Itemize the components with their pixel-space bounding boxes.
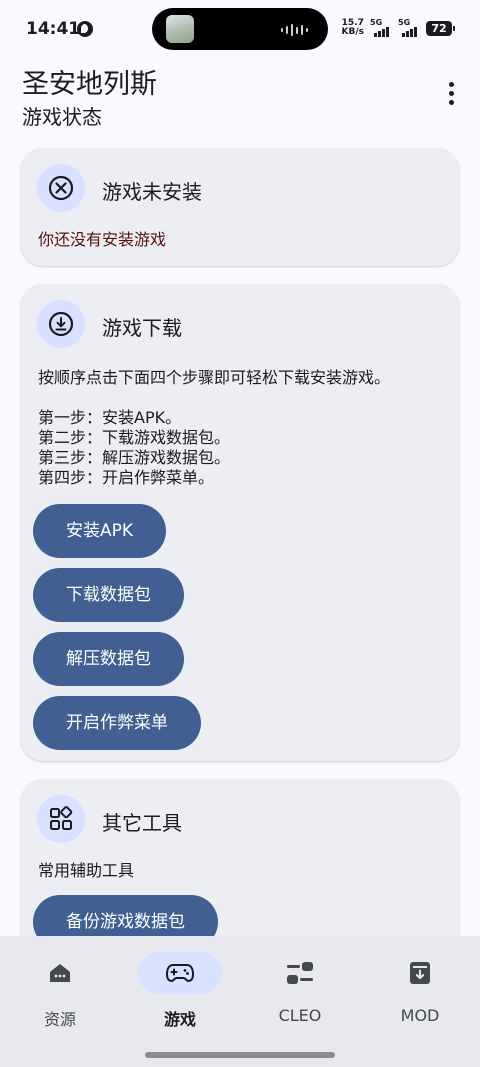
other-tools-card: 其它工具 常用辅助工具 备份游戏数据包 xyxy=(21,779,459,936)
page-subtitle: 游戏状态 xyxy=(22,105,102,129)
not-installed-message: 你还没有安装游戏 xyxy=(38,230,167,249)
media-thumbnail xyxy=(166,15,194,43)
dynamic-island[interactable] xyxy=(152,8,328,50)
enable-cheat-menu-button[interactable]: 开启作弊菜单 xyxy=(33,696,201,750)
nav-label: CLEO xyxy=(278,1006,322,1025)
widgets-icon xyxy=(37,795,85,843)
list-item: 第四步：开启作弊菜单。 xyxy=(38,468,215,487)
nav-item-resources[interactable]: 资源 xyxy=(0,936,120,1036)
card-title: 其它工具 xyxy=(102,811,182,835)
tools-description: 常用辅助工具 xyxy=(38,861,135,880)
game-not-installed-card: 游戏未安装 你还没有安装游戏 xyxy=(21,148,459,266)
nav-label: 游戏 xyxy=(163,1010,196,1029)
list-item: 第三步：解压游戏数据包。 xyxy=(38,448,231,467)
card-title: 游戏未安装 xyxy=(102,180,202,204)
battery-icon: 72 xyxy=(426,20,455,36)
nav-item-cleo[interactable]: CLEO xyxy=(240,936,360,1036)
backup-data-button[interactable]: 备份游戏数据包 xyxy=(33,895,218,936)
nav-item-game[interactable]: 游戏 xyxy=(120,936,240,1036)
install-apk-button[interactable]: 安装APK xyxy=(33,504,167,558)
network-speed: 15.7 KB/s xyxy=(341,18,364,37)
download-circle-icon xyxy=(37,300,85,348)
audio-wave-icon xyxy=(281,24,308,36)
vpn-globe-icon xyxy=(77,21,93,37)
home-indicator[interactable] xyxy=(145,1052,335,1058)
more-vert-icon[interactable] xyxy=(436,78,466,108)
download-data-button[interactable]: 下载数据包 xyxy=(33,568,184,622)
status-time: 14:41 xyxy=(26,19,81,39)
main-content[interactable]: 游戏未安装 你还没有安装游戏 游戏下载 按顺序点击下面四个步骤即可轻松下载安装游… xyxy=(0,138,480,936)
status-indicators: 15.7 KB/s 5G 5G 72 xyxy=(341,18,455,38)
card-title: 游戏下载 xyxy=(102,316,182,340)
page-title: 圣安地列斯 xyxy=(22,69,157,100)
download-intro: 按顺序点击下面四个步骤即可轻松下载安装游戏。 xyxy=(38,368,391,387)
status-bar: 14:41 15.7 KB/s 5G 5G 72 xyxy=(0,0,480,58)
signal-sim2-icon: 5G xyxy=(398,18,420,38)
nav-item-mod[interactable]: MOD xyxy=(360,936,480,1036)
game-download-card: 游戏下载 按顺序点击下面四个步骤即可轻松下载安装游戏。 第一步：安装APK。 第… xyxy=(21,284,459,761)
archive-download-icon xyxy=(378,952,462,994)
toggles-icon xyxy=(258,952,342,994)
step-list: 第一步：安装APK。 第二步：下载游戏数据包。 第三步：解压游戏数据包。 第四步… xyxy=(38,408,230,488)
cancel-circle-icon xyxy=(37,164,85,212)
extract-data-button[interactable]: 解压数据包 xyxy=(33,632,184,686)
signal-sim1-icon: 5G xyxy=(370,18,392,38)
gamepad-icon xyxy=(138,952,222,994)
list-item: 第二步：下载游戏数据包。 xyxy=(38,428,231,447)
bottom-navigation: 资源 游戏 CLEO MOD xyxy=(0,936,480,1067)
store-icon xyxy=(18,952,102,994)
nav-label: MOD xyxy=(400,1006,440,1025)
list-item: 第一步：安装APK。 xyxy=(38,408,182,427)
nav-label: 资源 xyxy=(43,1010,76,1029)
